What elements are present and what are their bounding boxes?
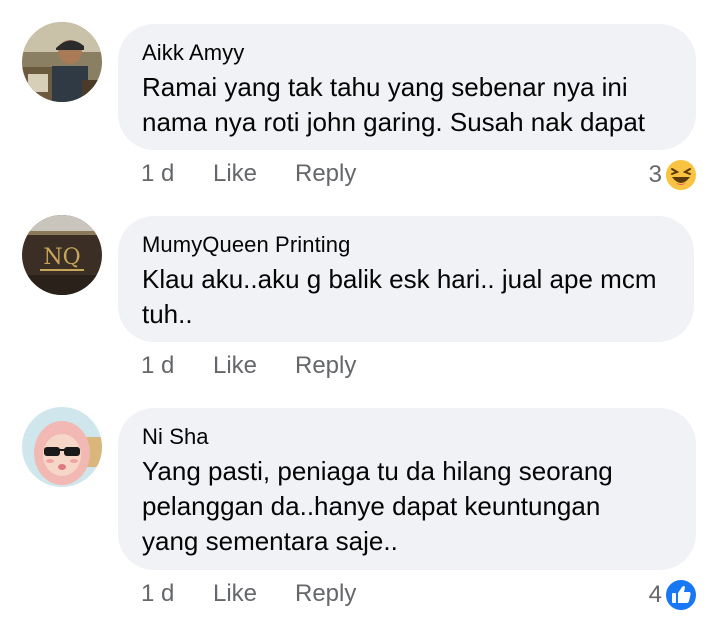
comment-author[interactable]: Ni Sha xyxy=(142,422,670,452)
shop-logo-avatar-icon: NQ xyxy=(22,215,102,295)
comment-author[interactable]: MumyQueen Printing xyxy=(142,230,668,260)
comment-bubble: Aikk Amyy Ramai yang tak tahu yang seben… xyxy=(118,24,696,150)
comment-time[interactable]: 1 d xyxy=(141,352,213,380)
reply-button[interactable]: Reply xyxy=(295,352,356,380)
reaction-count: 4 xyxy=(648,581,662,608)
comment-text: Yang pasti, peniaga tu da hilang seorang… xyxy=(142,456,613,556)
avatar[interactable] xyxy=(22,407,102,487)
comment-time[interactable]: 1 d xyxy=(141,580,213,608)
comment-actions: 1 d Like Reply xyxy=(141,352,356,380)
avatar[interactable]: NQ xyxy=(22,215,102,295)
like-button[interactable]: Like xyxy=(213,352,295,380)
comment-bubble: Ni Sha Yang pasti, peniaga tu da hilang … xyxy=(118,408,696,570)
comment-author[interactable]: Aikk Amyy xyxy=(142,38,670,68)
haha-emoji-icon xyxy=(664,158,698,192)
comment-actions: 1 d Like Reply xyxy=(141,580,356,608)
comment-text: Klau aku..aku g balik esk hari.. jual ap… xyxy=(142,264,657,329)
reaction-summary[interactable]: 3 xyxy=(649,158,698,192)
like-button[interactable]: Like xyxy=(213,580,295,608)
comment-text: Ramai yang tak tahu yang sebenar nya ini… xyxy=(142,72,646,137)
person-with-cap-avatar-icon xyxy=(22,22,102,102)
comment-actions: 1 d Like Reply xyxy=(141,160,356,188)
shop-logo-text: NQ xyxy=(43,245,80,270)
like-button[interactable]: Like xyxy=(213,160,295,188)
reply-button[interactable]: Reply xyxy=(295,580,356,608)
comment-time[interactable]: 1 d xyxy=(141,160,213,188)
like-thumb-icon xyxy=(664,578,698,612)
reaction-count: 3 xyxy=(648,161,662,188)
reply-button[interactable]: Reply xyxy=(295,160,356,188)
reaction-summary[interactable]: 4 xyxy=(649,578,698,612)
avatar[interactable] xyxy=(22,22,102,102)
cartoon-girl-hijab-avatar-icon xyxy=(22,407,102,487)
comment-bubble: MumyQueen Printing Klau aku..aku g balik… xyxy=(118,216,694,342)
